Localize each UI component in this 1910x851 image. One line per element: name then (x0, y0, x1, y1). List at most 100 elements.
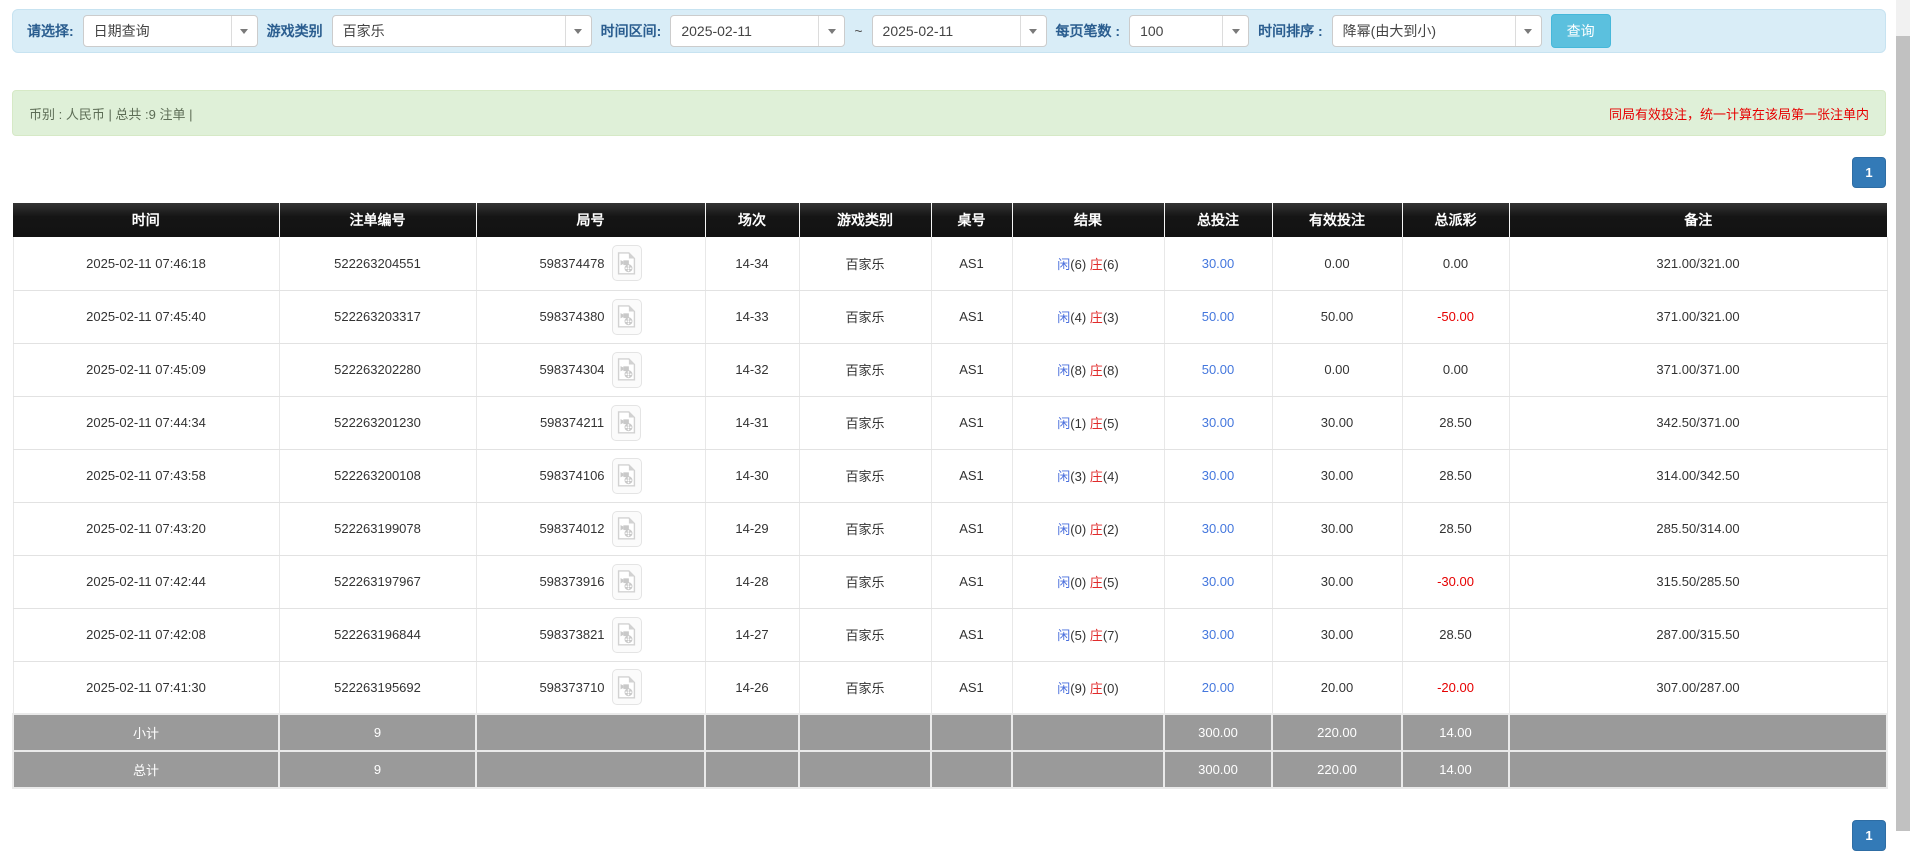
video-replay-button[interactable] (611, 563, 642, 600)
vertical-scrollbar-thumb[interactable] (1896, 36, 1910, 831)
player-result-label: 闲 (1057, 680, 1071, 696)
banker-result-score: (8) (1102, 363, 1119, 378)
video-replay-button[interactable] (611, 245, 642, 282)
chevron-down-icon[interactable] (1514, 16, 1541, 46)
summary-empty-cell (704, 713, 800, 752)
table-row: 2025-02-11 07:46:18 522263204551 598374478… (12, 237, 1888, 291)
cell-payout: -20.00 (1401, 661, 1510, 715)
cell-bet-id: 522263199078 (278, 502, 477, 556)
video-replay-button[interactable] (611, 616, 642, 653)
summary-empty-cell (798, 713, 932, 752)
total-row: 总计 9 300.00 220.00 14.00 (12, 750, 1888, 789)
player-result-label: 闲 (1057, 469, 1071, 484)
date-to-select[interactable]: 2025-02-11 (871, 15, 1047, 47)
summary-empty-cell (475, 713, 706, 752)
game-type-select[interactable]: 百家乐 (331, 15, 592, 47)
chevron-down-icon[interactable] (230, 16, 257, 46)
cell-valid-bet: 50.00 (1271, 290, 1403, 344)
cell-total-bet[interactable]: 20.00 (1163, 661, 1273, 715)
column-header: 注单编号 (279, 203, 477, 237)
chevron-down-icon[interactable] (1222, 16, 1248, 46)
subtotal-row: 小计 9 300.00 220.00 14.00 (12, 713, 1888, 752)
notice-text: 同局有效投注，统一计算在该局第一张注单内 (1608, 106, 1869, 122)
video-replay-button[interactable] (611, 510, 642, 547)
cell-result: 闲(0) 庄(2) (1011, 502, 1165, 556)
cell-valid-bet: 30.00 (1271, 502, 1403, 556)
cell-round-id: 598374106 (475, 449, 706, 503)
cell-game-type: 百家乐 (798, 449, 932, 503)
player-result-score: (8) (1070, 363, 1090, 378)
banker-result-score: (3) (1102, 310, 1119, 325)
video-file-icon (617, 464, 636, 487)
cell-session: 14-28 (704, 555, 800, 609)
search-button[interactable]: 查询 (1550, 14, 1611, 48)
cell-total-bet[interactable]: 30.00 (1163, 608, 1273, 662)
cell-round-id: 598373916 (475, 555, 706, 609)
cell-total-bet[interactable]: 30.00 (1163, 396, 1273, 450)
summary-label: 小计 (12, 713, 280, 752)
banker-result-label: 庄 (1089, 680, 1103, 696)
player-result-label: 闲 (1057, 575, 1071, 590)
date-from-select[interactable]: 2025-02-11 (670, 15, 846, 47)
cell-valid-bet: 0.00 (1271, 343, 1403, 397)
cell-total-bet[interactable]: 50.00 (1163, 290, 1273, 344)
cell-total-bet[interactable]: 30.00 (1163, 237, 1273, 291)
page-1-button[interactable]: 1 (1852, 157, 1886, 188)
cell-valid-bet: 0.00 (1271, 237, 1403, 291)
cell-game-type: 百家乐 (798, 237, 932, 291)
banker-result-label: 庄 (1089, 256, 1103, 272)
cell-round-id: 598374211 (475, 396, 706, 450)
video-replay-button[interactable] (611, 351, 642, 388)
chevron-down-icon[interactable] (818, 16, 844, 46)
cell-payout: 0.00 (1401, 343, 1510, 397)
player-result-label: 闲 (1057, 628, 1071, 643)
player-result-score: (0) (1070, 522, 1090, 537)
cell-table-no: AS1 (930, 396, 1013, 450)
cell-result: 闲(0) 庄(5) (1011, 555, 1165, 609)
time-sort-label: 时间排序 : (1258, 23, 1323, 39)
cell-time: 2025-02-11 07:44:34 (12, 396, 280, 450)
page-size-value: 100 (1140, 23, 1164, 39)
cell-time: 2025-02-11 07:41:30 (12, 661, 280, 715)
banker-result-score: (7) (1102, 628, 1119, 643)
video-replay-button[interactable] (611, 669, 642, 706)
vertical-scrollbar-track[interactable] (1896, 0, 1910, 831)
round-id-wrap: 598374380 (539, 298, 642, 335)
bet-records-table: 时间 注单编号 局号 场次 游戏类别 桌号 结果 总投注 有效投注 总派彩 备注 2025-02-1… (12, 203, 1888, 789)
cell-game-type: 百家乐 (798, 608, 932, 662)
video-file-icon (617, 358, 636, 381)
cell-session: 14-31 (704, 396, 800, 450)
player-result-score: (9) (1070, 680, 1090, 696)
cell-game-type: 百家乐 (798, 661, 932, 715)
cell-total-bet[interactable]: 50.00 (1163, 343, 1273, 397)
time-sort-select[interactable]: 降幂(由大到小) (1331, 15, 1542, 47)
cell-game-type: 百家乐 (798, 555, 932, 609)
cell-total-bet[interactable]: 30.00 (1163, 502, 1273, 556)
video-replay-button[interactable] (611, 457, 642, 494)
round-id-wrap: 598373710 (539, 669, 642, 706)
cell-total-bet[interactable]: 30.00 (1163, 449, 1273, 503)
range-separator: ~ (854, 23, 863, 39)
cell-game-type: 百家乐 (798, 343, 932, 397)
round-id-wrap: 598374106 (539, 457, 642, 494)
table-row: 2025-02-11 07:43:58 522263200108 598374106… (12, 449, 1888, 503)
round-id-wrap: 598373916 (539, 563, 642, 600)
cell-bet-id: 522263197967 (278, 555, 477, 609)
cell-total-bet[interactable]: 30.00 (1163, 555, 1273, 609)
table-row: 2025-02-11 07:42:08 522263196844 598373821… (12, 608, 1888, 662)
player-result-label: 闲 (1057, 522, 1071, 537)
chevron-down-icon[interactable] (1019, 16, 1046, 46)
video-replay-button[interactable] (611, 298, 642, 335)
page-1-button-bottom[interactable]: 1 (1852, 820, 1886, 851)
player-result-label: 闲 (1057, 363, 1071, 378)
page-size-select[interactable]: 100 (1129, 15, 1250, 47)
chevron-down-icon[interactable] (564, 16, 591, 46)
video-file-icon (617, 623, 636, 646)
video-file-icon (617, 517, 636, 540)
round-id-wrap: 598374304 (539, 351, 642, 388)
query-type-select[interactable]: 日期查询 (82, 15, 258, 47)
cell-note: 285.50/314.00 (1508, 502, 1888, 556)
cell-bet-id: 522263202280 (278, 343, 477, 397)
cell-round-id: 598374380 (475, 290, 706, 344)
video-replay-button[interactable] (611, 404, 642, 441)
